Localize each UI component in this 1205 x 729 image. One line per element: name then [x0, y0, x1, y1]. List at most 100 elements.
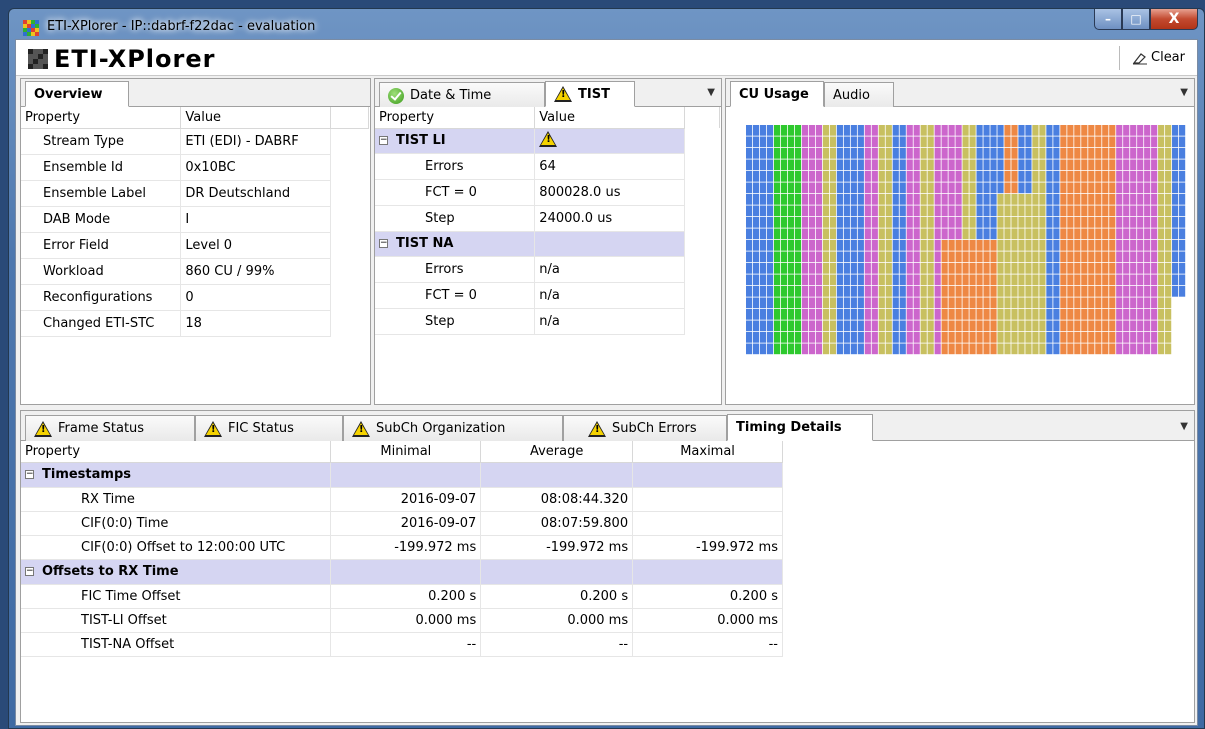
- title-bar[interactable]: ETI-XPlorer - IP::dabrf-f22dac - evaluat…: [9, 9, 1204, 39]
- cu-cell: [983, 148, 990, 159]
- cu-cell: [752, 217, 760, 228]
- cu-cell: [990, 343, 997, 355]
- column-header-value[interactable]: Value: [180, 107, 332, 129]
- collapse-icon[interactable]: −: [25, 470, 34, 479]
- table-row[interactable]: Step n/a: [375, 308, 720, 335]
- maximize-button[interactable]: □: [1122, 9, 1150, 30]
- cu-cell: [1039, 309, 1046, 320]
- table-row[interactable]: Errors n/a: [375, 256, 720, 283]
- table-row[interactable]: Ensemble Id 0x10BC: [21, 154, 369, 181]
- cu-cell: [1081, 194, 1088, 205]
- cu-cell: [927, 171, 934, 182]
- cu-cell: [885, 309, 892, 320]
- cu-cell: [857, 159, 864, 171]
- group-row-tist-na[interactable]: − TIST NA: [375, 231, 720, 257]
- table-row[interactable]: Error Field Level 0: [21, 232, 369, 259]
- cu-cell: [913, 274, 920, 286]
- cu-cell: [836, 217, 843, 228]
- cu-cell: [1165, 205, 1172, 217]
- cu-cell: [1060, 228, 1067, 240]
- cu-cell: [1130, 182, 1137, 194]
- column-header-property[interactable]: Property: [21, 441, 332, 463]
- tab-fic-status[interactable]: FIC Status: [195, 415, 343, 441]
- table-row[interactable]: FCT = 0 n/a: [375, 282, 720, 309]
- cu-cell: [1004, 320, 1011, 332]
- cu-cell: [878, 320, 885, 332]
- cu-cell: [1060, 320, 1067, 332]
- cu-cell: [801, 309, 809, 320]
- cu-cell: [1081, 159, 1088, 171]
- table-row[interactable]: Step 24000.0 us: [375, 205, 720, 232]
- minimize-button[interactable]: –: [1094, 9, 1122, 30]
- cu-cell: [941, 251, 948, 263]
- tab-timing-details[interactable]: Timing Details: [727, 414, 873, 441]
- tab-menu-dropdown-icon[interactable]: ▼: [1180, 87, 1188, 98]
- cu-cell: [1046, 182, 1053, 194]
- cu-cell: [1144, 194, 1151, 205]
- column-header-minimal[interactable]: Minimal: [330, 441, 482, 463]
- table-row[interactable]: Ensemble Label DR Deutschland: [21, 180, 369, 207]
- table-row[interactable]: Stream Type ETI (EDI) - DABRF: [21, 128, 369, 155]
- cu-cell: [1109, 228, 1116, 240]
- property-cell: DAB Mode: [21, 206, 182, 233]
- table-row[interactable]: DAB Mode I: [21, 206, 369, 233]
- cu-cell: [857, 297, 864, 309]
- cu-cell: [913, 125, 920, 136]
- cu-cell: [878, 159, 885, 171]
- cu-cell: [1179, 297, 1186, 309]
- group-row-tist-li[interactable]: − TIST LI: [375, 128, 720, 154]
- tab-menu-dropdown-icon[interactable]: ▼: [707, 87, 715, 98]
- collapse-icon[interactable]: −: [25, 567, 34, 576]
- column-header-value[interactable]: Value: [534, 107, 686, 129]
- collapse-icon[interactable]: −: [379, 136, 388, 145]
- table-row[interactable]: Workload 860 CU / 99%: [21, 258, 369, 285]
- table-row[interactable]: CIF(0:0) Offset to 12:00:00 UTC -199.972 …: [21, 535, 783, 560]
- tab-subch-organization[interactable]: SubCh Organization: [343, 415, 563, 441]
- table-row[interactable]: Reconfigurations 0: [21, 284, 369, 311]
- tab-cu-usage[interactable]: CU Usage: [730, 81, 824, 107]
- cu-cell: [822, 332, 830, 343]
- cu-cell: [983, 228, 990, 240]
- cu-cell: [1116, 136, 1123, 148]
- cu-cell: [801, 320, 809, 332]
- column-header-maximal[interactable]: Maximal: [632, 441, 783, 463]
- column-header-average[interactable]: Average: [480, 441, 634, 463]
- table-row[interactable]: Changed ETI-STC 18: [21, 310, 369, 337]
- cu-cell: [899, 274, 906, 286]
- cu-cell: [1095, 251, 1102, 263]
- table-row[interactable]: Errors 64: [375, 153, 720, 180]
- cu-cell: [1144, 159, 1151, 171]
- cu-cell: [1074, 182, 1081, 194]
- cu-cell: [766, 194, 774, 205]
- cu-cell: [759, 171, 767, 182]
- cu-cell: [815, 159, 823, 171]
- table-row[interactable]: CIF(0:0) Time 2016-09-07 08:07:59.800: [21, 511, 783, 536]
- tab-frame-status[interactable]: Frame Status: [25, 415, 195, 441]
- tab-subch-errors[interactable]: SubCh Errors: [563, 415, 727, 441]
- close-button[interactable]: X: [1150, 9, 1198, 30]
- table-row[interactable]: FIC Time Offset 0.200 s 0.200 s 0.200 s: [21, 584, 783, 609]
- cu-cell: [1116, 309, 1123, 320]
- tab-date-time[interactable]: Date & Time: [379, 82, 545, 108]
- group-row[interactable]: − Timestamps: [21, 462, 783, 488]
- cu-cell: [906, 171, 913, 182]
- column-header-property[interactable]: Property: [375, 107, 536, 129]
- cu-cell: [1046, 320, 1053, 332]
- table-row[interactable]: TIST-NA Offset -- -- --: [21, 632, 783, 657]
- cu-cell: [1179, 136, 1186, 148]
- table-row[interactable]: FCT = 0 800028.0 us: [375, 179, 720, 206]
- cu-cell: [1025, 194, 1032, 205]
- group-row[interactable]: − Offsets to RX Time: [21, 559, 783, 585]
- table-row[interactable]: TIST-LI Offset 0.000 ms 0.000 ms 0.000 ms: [21, 608, 783, 633]
- cu-cell: [997, 194, 1004, 205]
- table-row[interactable]: RX Time 2016-09-07 08:08:44.320: [21, 487, 783, 512]
- column-header-property[interactable]: Property: [21, 107, 182, 129]
- tab-audio[interactable]: Audio: [824, 82, 894, 108]
- cu-cell: [934, 332, 941, 343]
- cu-cell: [1151, 343, 1158, 355]
- collapse-icon[interactable]: −: [379, 239, 388, 248]
- tab-tist[interactable]: TIST: [545, 81, 635, 107]
- tab-overview[interactable]: Overview: [25, 81, 129, 107]
- tab-menu-dropdown-icon[interactable]: ▼: [1180, 421, 1188, 432]
- clear-button[interactable]: Clear: [1119, 46, 1185, 70]
